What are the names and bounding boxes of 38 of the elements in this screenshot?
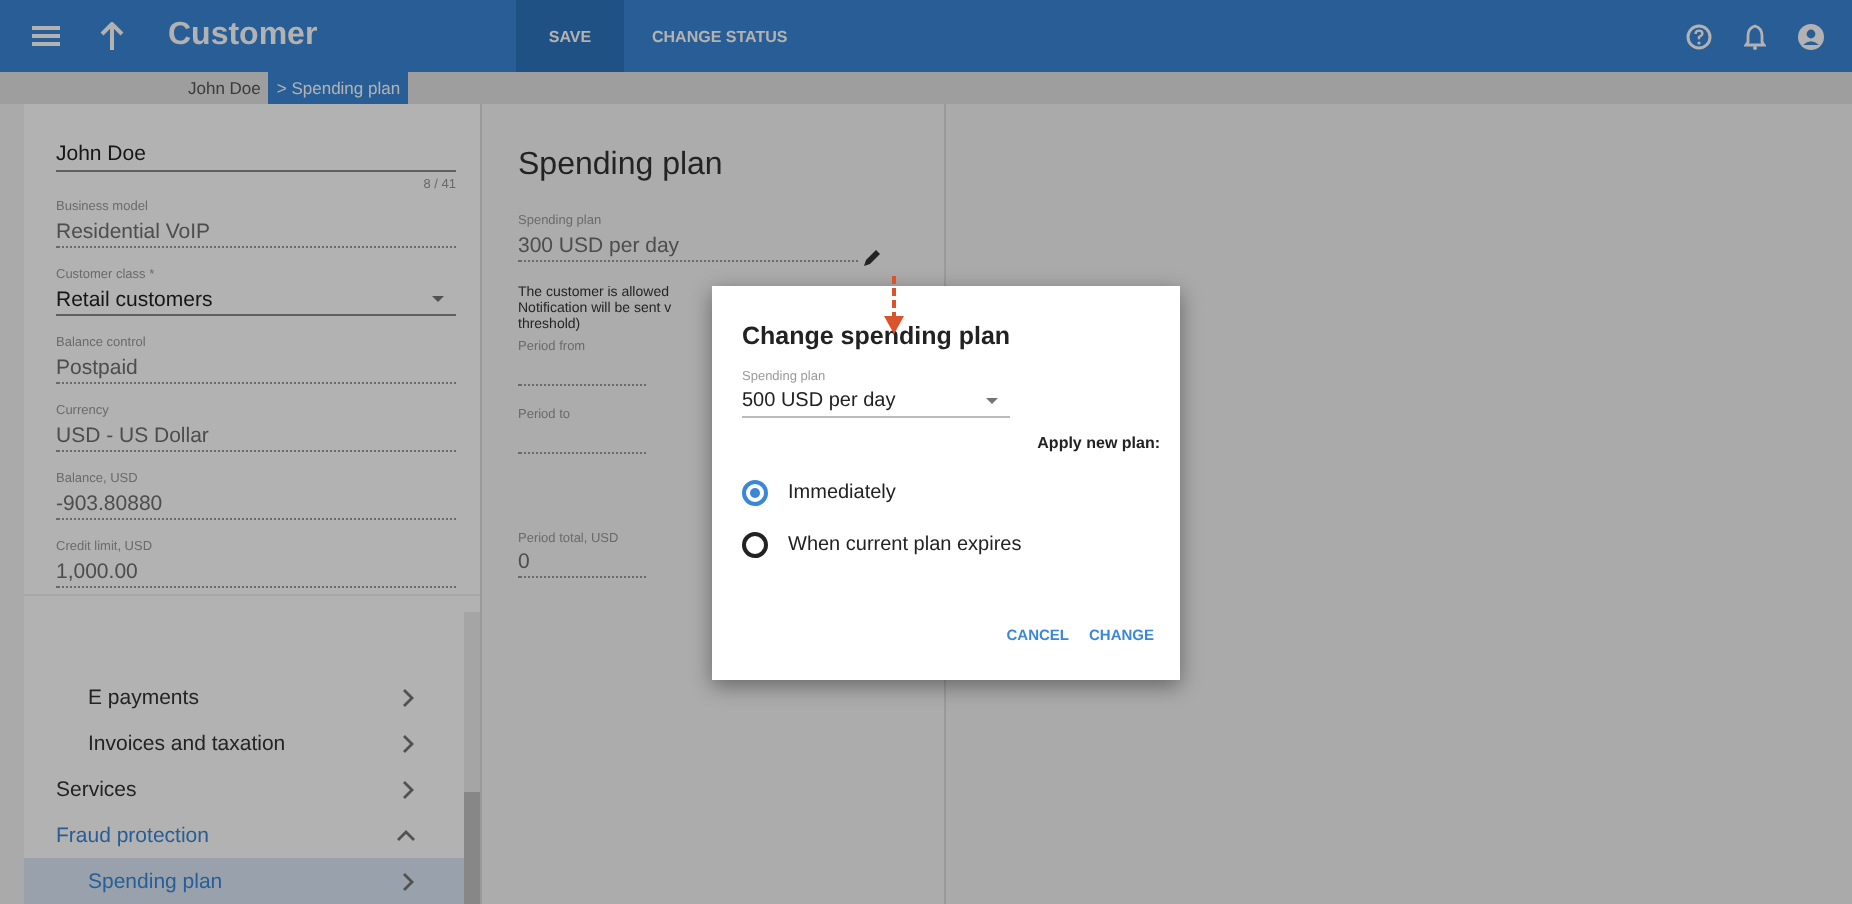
input-field: Residential VoIP bbox=[56, 216, 456, 248]
nav-item[interactable]: E payments bbox=[24, 674, 464, 720]
chevron-right-icon bbox=[400, 871, 416, 891]
chevron-up-icon bbox=[396, 825, 416, 845]
radio-option[interactable]: When current plan expires bbox=[742, 532, 1160, 558]
apply-label: Apply new plan: bbox=[1037, 434, 1160, 452]
dropdown-field[interactable]: Retail customers bbox=[56, 284, 456, 316]
chevron-right-icon bbox=[400, 779, 416, 799]
caret-icon bbox=[986, 398, 998, 404]
account-icon[interactable] bbox=[1798, 23, 1824, 49]
pencil-icon[interactable] bbox=[862, 248, 882, 268]
input-field: Postpaid bbox=[56, 352, 456, 384]
chevron-right-icon bbox=[400, 687, 416, 707]
nav-item[interactable]: Invoices and taxation bbox=[24, 720, 464, 766]
up-arrow-icon[interactable] bbox=[100, 22, 124, 50]
radio-option[interactable]: Immediately bbox=[742, 480, 1160, 506]
input-field[interactable]: John Doe bbox=[56, 136, 456, 172]
input-field: 0 bbox=[518, 548, 646, 578]
nav-item[interactable]: Services bbox=[24, 766, 464, 812]
page-title: Customer bbox=[168, 18, 320, 54]
help-icon[interactable] bbox=[1686, 23, 1712, 49]
input-field: USD - US Dollar bbox=[56, 420, 456, 452]
save-button[interactable]: SAVE bbox=[516, 0, 624, 72]
scrollbar-thumb[interactable] bbox=[464, 792, 480, 904]
dropdown-field[interactable]: 500 USD per day bbox=[742, 386, 1010, 418]
bell-icon[interactable] bbox=[1744, 23, 1766, 49]
menu-icon[interactable] bbox=[32, 26, 60, 46]
chevron-right-icon bbox=[400, 733, 416, 753]
input-field: 300 USD per day bbox=[518, 230, 858, 262]
input-field: -903.80880 bbox=[56, 488, 456, 520]
radio-button[interactable] bbox=[742, 532, 768, 558]
radio-button[interactable] bbox=[742, 480, 768, 506]
caret-icon bbox=[432, 296, 444, 302]
dialog-title: Change spending plan bbox=[742, 322, 1013, 350]
input-field: 1,000.00 bbox=[56, 556, 456, 588]
scrollbar[interactable] bbox=[464, 612, 480, 904]
breadcrumb-link[interactable]: John Doe bbox=[180, 72, 269, 104]
section-title: Spending plan bbox=[518, 148, 725, 184]
